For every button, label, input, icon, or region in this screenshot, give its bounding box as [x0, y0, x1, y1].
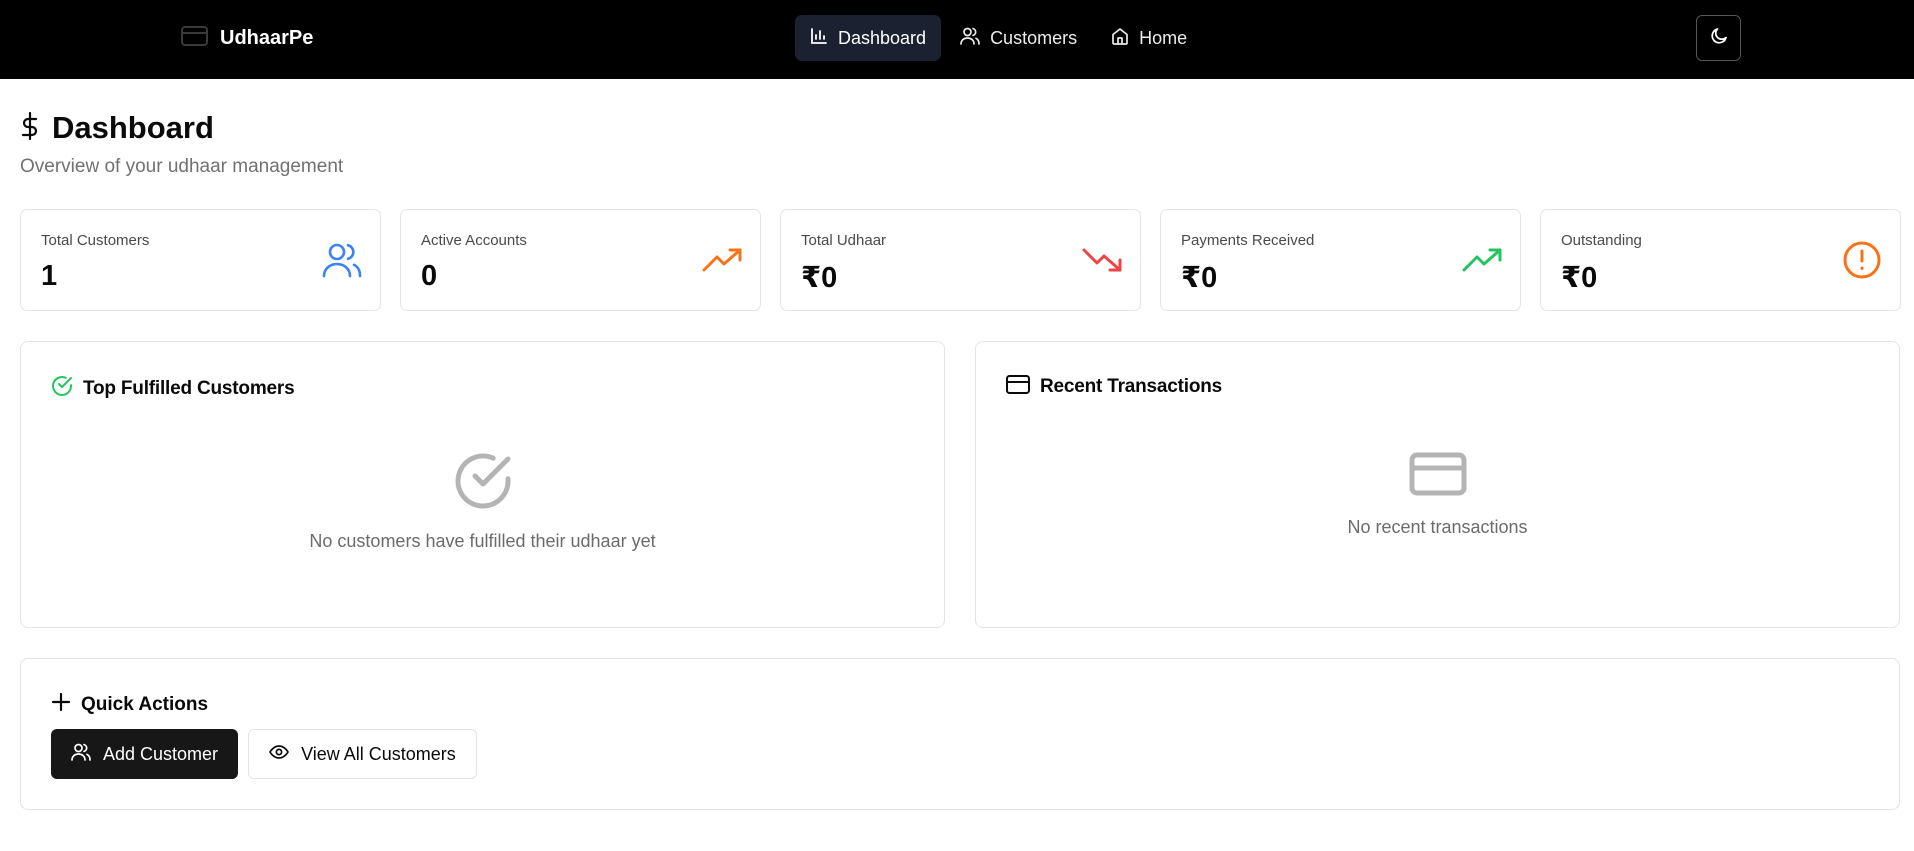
trending-down-icon	[1082, 240, 1122, 280]
stat-card-payments-received: Payments Received ₹0	[1160, 209, 1521, 311]
check-circle-icon	[454, 452, 512, 515]
brand-name: UdhaarPe	[220, 27, 314, 49]
plus-icon	[51, 692, 71, 717]
nav-item-dashboard[interactable]: Dashboard	[795, 15, 942, 61]
stat-value: ₹0	[801, 262, 838, 294]
view-all-customers-button[interactable]: View All Customers	[248, 729, 477, 779]
home-icon	[1111, 27, 1129, 50]
stat-card-total-customers: Total Customers 1	[20, 209, 381, 311]
stat-card-active-accounts: Active Accounts 0	[400, 209, 761, 311]
credit-card-icon	[1409, 452, 1467, 501]
empty-state-text: No customers have fulfilled their udhaar…	[309, 531, 656, 551]
page-title: Dashboard	[52, 110, 214, 145]
panel-title: Top Fulfilled Customers	[83, 377, 295, 399]
stat-value: ₹0	[1181, 262, 1218, 294]
dollar-icon	[20, 111, 40, 146]
stat-label: Outstanding	[1561, 232, 1642, 249]
users-icon	[960, 27, 980, 50]
page-subtitle: Overview of your udhaar management	[20, 156, 344, 177]
add-customer-button[interactable]: Add Customer	[51, 729, 239, 779]
brand[interactable]: UdhaarPe	[181, 26, 313, 51]
theme-toggle-button[interactable]	[1696, 15, 1741, 61]
button-label: Add Customer	[103, 743, 219, 764]
eye-icon	[269, 744, 289, 765]
main-nav: Dashboard Customers Home	[795, 15, 1202, 61]
credit-card-icon	[181, 26, 208, 51]
stat-value: 0	[421, 260, 438, 292]
nav-item-label: Dashboard	[838, 27, 927, 48]
stat-label: Payments Received	[1181, 232, 1315, 249]
top-fulfilled-customers-panel: Top Fulfilled Customers No customers hav…	[20, 341, 945, 628]
credit-card-icon	[1006, 375, 1030, 399]
nav-item-customers[interactable]: Customers	[945, 15, 1092, 61]
moon-icon	[1710, 27, 1728, 50]
button-label: View All Customers	[301, 743, 456, 764]
stat-value: 1	[41, 260, 58, 292]
page-header: Dashboard Overview of your udhaar manage…	[20, 110, 343, 178]
alert-circle-icon	[1842, 240, 1882, 280]
top-navbar: UdhaarPe Dashboard Customers Home	[0, 0, 1914, 79]
quick-actions-panel: Quick Actions Add Customer View All Cust…	[20, 658, 1900, 810]
stat-card-outstanding: Outstanding ₹0	[1540, 209, 1901, 311]
panel-title: Recent Transactions	[1040, 376, 1223, 397]
users-icon	[71, 743, 91, 766]
trending-up-icon	[702, 240, 742, 280]
nav-item-label: Home	[1139, 27, 1188, 48]
stat-card-total-udhaar: Total Udhaar ₹0	[780, 209, 1141, 311]
empty-state-text: No recent transactions	[1347, 517, 1528, 537]
nav-item-label: Customers	[990, 27, 1078, 48]
check-circle-icon	[51, 375, 73, 402]
users-icon	[322, 240, 362, 280]
nav-item-home[interactable]: Home	[1096, 15, 1202, 61]
recent-transactions-panel: Recent Transactions No recent transactio…	[975, 341, 1900, 628]
stat-label: Active Accounts	[421, 232, 527, 249]
stat-label: Total Udhaar	[801, 232, 887, 249]
stat-value: ₹0	[1561, 262, 1598, 294]
stat-label: Total Customers	[41, 232, 150, 249]
bar-chart-icon	[810, 27, 828, 50]
trending-up-icon	[1462, 240, 1502, 280]
quick-actions-title: Quick Actions	[81, 693, 209, 715]
